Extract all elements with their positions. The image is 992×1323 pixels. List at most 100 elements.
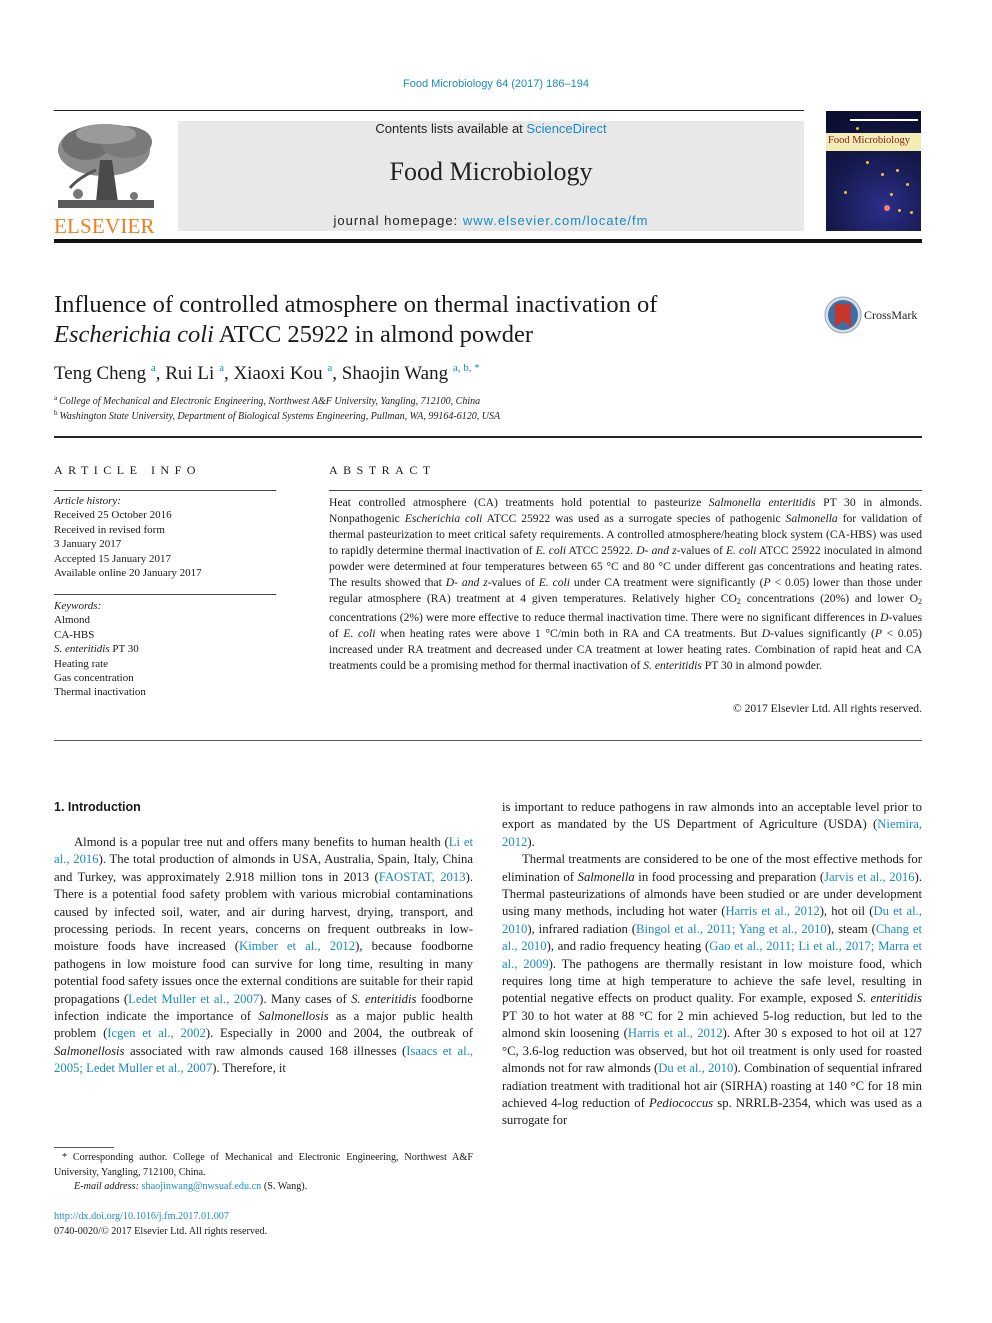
abstract-copyright: © 2017 Elsevier Ltd. All rights reserved… [732, 702, 922, 715]
italic-term: Salmonellosis [258, 1009, 329, 1024]
citation-link[interactable]: FAOSTAT, 2013 [379, 870, 466, 884]
abstract-rule [329, 490, 922, 491]
author-name[interactable]: Xiaoxi Kou [233, 363, 322, 384]
keyword: S. enteritidis PT 30 [54, 642, 146, 656]
title-rest: ATCC 25922 in almond powder [213, 321, 534, 348]
abstract-text: Heat controlled atmosphere (CA) treatmen… [329, 495, 922, 674]
author-list: Teng Cheng a, Rui Li a, Xiaoxi Kou a, Sh… [54, 362, 480, 384]
cover-dot [890, 193, 893, 196]
text-run: ), infrared radiation ( [527, 921, 636, 936]
text-run: ), and radio frequency heating ( [546, 939, 710, 954]
article-info-rule [54, 490, 276, 491]
sciencedirect-link[interactable]: ScienceDirect [526, 121, 606, 136]
text-run: ). Many cases of [259, 991, 352, 1006]
history-item: 3 January 2017 [54, 538, 122, 551]
text-run: Almond is a popular tree nut and offers … [74, 835, 449, 849]
abstract-run: -values of [676, 544, 726, 557]
title-line1: Influence of controlled atmosphere on th… [54, 291, 658, 318]
affiliation-key: a [54, 394, 58, 402]
elsevier-tree-icon [56, 120, 156, 210]
email-suffix: (S. Wang). [261, 1181, 308, 1192]
article-info-heading: ARTICLE INFO [54, 463, 201, 477]
author-name[interactable]: Shaojin Wang [342, 363, 448, 384]
citation-link[interactable]: Kimber et al., 2012 [239, 939, 355, 953]
abstract-run: PT 30 in almond powder. [701, 659, 823, 672]
cover-dot [906, 183, 909, 186]
intro-paragraph: is important to reduce pathogens in raw … [502, 799, 922, 851]
author-affil-sup[interactable]: a [151, 362, 156, 374]
affiliation-text: College of Mechanical and Electronic Eng… [59, 396, 481, 407]
email-label: E-mail address: [74, 1181, 142, 1192]
contents-prefix: Contents lists available at [375, 121, 527, 136]
crossmark-badge[interactable]: CrossMark [824, 296, 924, 336]
text-run: ), hot oil ( [819, 904, 874, 919]
abstract-run: when heating rates were above 1 °C/min b… [375, 627, 762, 640]
italic-term: S. enteritidis [351, 991, 417, 1006]
journal-title: Food Microbiology [389, 157, 593, 186]
doi-link[interactable]: http://dx.doi.org/10.1016/j.fm.2017.01.0… [54, 1211, 229, 1222]
article-history: Article history: Received 25 October 201… [54, 494, 202, 580]
journal-cover-image[interactable]: Food Microbiology [826, 111, 921, 231]
abstract-italic: D [761, 627, 771, 640]
citation-link[interactable]: Ledet Muller et al., 2007 [128, 992, 259, 1006]
corresponding-text: * Corresponding author. College of Mecha… [54, 1152, 473, 1178]
author-name[interactable]: Teng Cheng [54, 363, 146, 384]
citation-link[interactable]: Icgen et al., 2002 [107, 1026, 206, 1040]
author-affil-sup[interactable]: a [219, 362, 224, 374]
abstract-run: ATCC 25922. [566, 544, 637, 557]
journal-homepage-link[interactable]: www.elsevier.com/locate/fm [463, 213, 649, 228]
intro-column-right: is important to reduce pathogens in raw … [502, 799, 922, 1130]
text-run: ). [527, 834, 535, 849]
abstract-heading: ABSTRACT [329, 463, 436, 477]
abstract-italic: D- and z [445, 576, 488, 589]
email-link[interactable]: shaojinwang@nwsuaf.edu.cn [142, 1181, 262, 1192]
header-top-rule [54, 110, 804, 111]
text-run: ), steam ( [826, 921, 876, 936]
email-line: E-mail address: shaojinwang@nwsuaf.edu.c… [54, 1180, 473, 1195]
history-item: Received in revised form [54, 523, 165, 536]
citation-link[interactable]: Du et al., 2010 [658, 1061, 733, 1075]
journal-reference-link[interactable]: Food Microbiology 64 (2017) 186–194 [0, 78, 992, 90]
author-affil-sup[interactable]: a, b, * [453, 362, 480, 374]
abstract-run: -values significantly ( [770, 627, 875, 640]
section-heading-introduction: 1. Introduction [54, 800, 141, 814]
homepage-line: journal homepage: www.elsevier.com/locat… [178, 213, 804, 228]
abstract-run: concentrations (2%) were more effective … [329, 611, 881, 624]
abstract-italic: Salmonella enteritidis [708, 496, 816, 509]
elsevier-wordmark: ELSEVIER [54, 214, 155, 238]
abstract-run: Heat controlled atmosphere (CA) treatmen… [329, 496, 709, 509]
homepage-prefix: journal homepage: [333, 213, 463, 228]
abstract-italic: E. coli [343, 627, 376, 640]
italic-term: Pediococcus [649, 1095, 714, 1110]
italic-term: Salmonellosis [54, 1043, 125, 1058]
footnote-rule [54, 1147, 114, 1148]
intro-paragraph-left: Almond is a popular tree nut and offers … [54, 834, 473, 1078]
contents-line: Contents lists available at ScienceDirec… [178, 121, 804, 136]
header-bottom-rule [54, 239, 922, 243]
elsevier-logo[interactable]: ELSEVIER [54, 120, 158, 237]
cover-dot [856, 127, 859, 130]
cover-bar [850, 119, 918, 121]
citation-link[interactable]: Harris et al., 2012 [628, 1026, 723, 1040]
history-item: Accepted 15 January 2017 [54, 552, 171, 565]
text-run: ). Especially in 2000 and 2004, the outb… [205, 1026, 473, 1041]
abstract-italic: Salmonella [785, 512, 838, 525]
abstract-italic: E. coli [725, 544, 757, 557]
citation-link[interactable]: Jarvis et al., 2016 [824, 870, 915, 884]
cover-dot [896, 169, 899, 172]
keyword-species: S. enteritidis [54, 643, 110, 656]
abstract-italic: P [874, 627, 882, 640]
citation-link[interactable]: Bingol et al., 2011; Yang et al., 2010 [636, 922, 827, 936]
affiliation-b: b Washington State University, Department… [54, 409, 500, 422]
author-affil-sup[interactable]: a [327, 362, 332, 374]
keywords: Keywords: Almond CA-HBS S. enteritidis P… [54, 599, 146, 700]
abstract-italic: D [880, 611, 889, 624]
affiliation-text: Washington State University, Department … [59, 411, 501, 422]
abstract-subscript: 2 [918, 597, 922, 606]
text-run: is important to reduce pathogens in raw … [502, 800, 922, 832]
abstract-run: ATCC 25922 was used as a surrogate speci… [482, 512, 786, 525]
cover-dot [844, 191, 847, 194]
author-name[interactable]: Rui Li [165, 363, 214, 384]
citation-link[interactable]: Harris et al., 2012 [725, 904, 819, 918]
text-run: ). Therefore, it [212, 1061, 286, 1076]
